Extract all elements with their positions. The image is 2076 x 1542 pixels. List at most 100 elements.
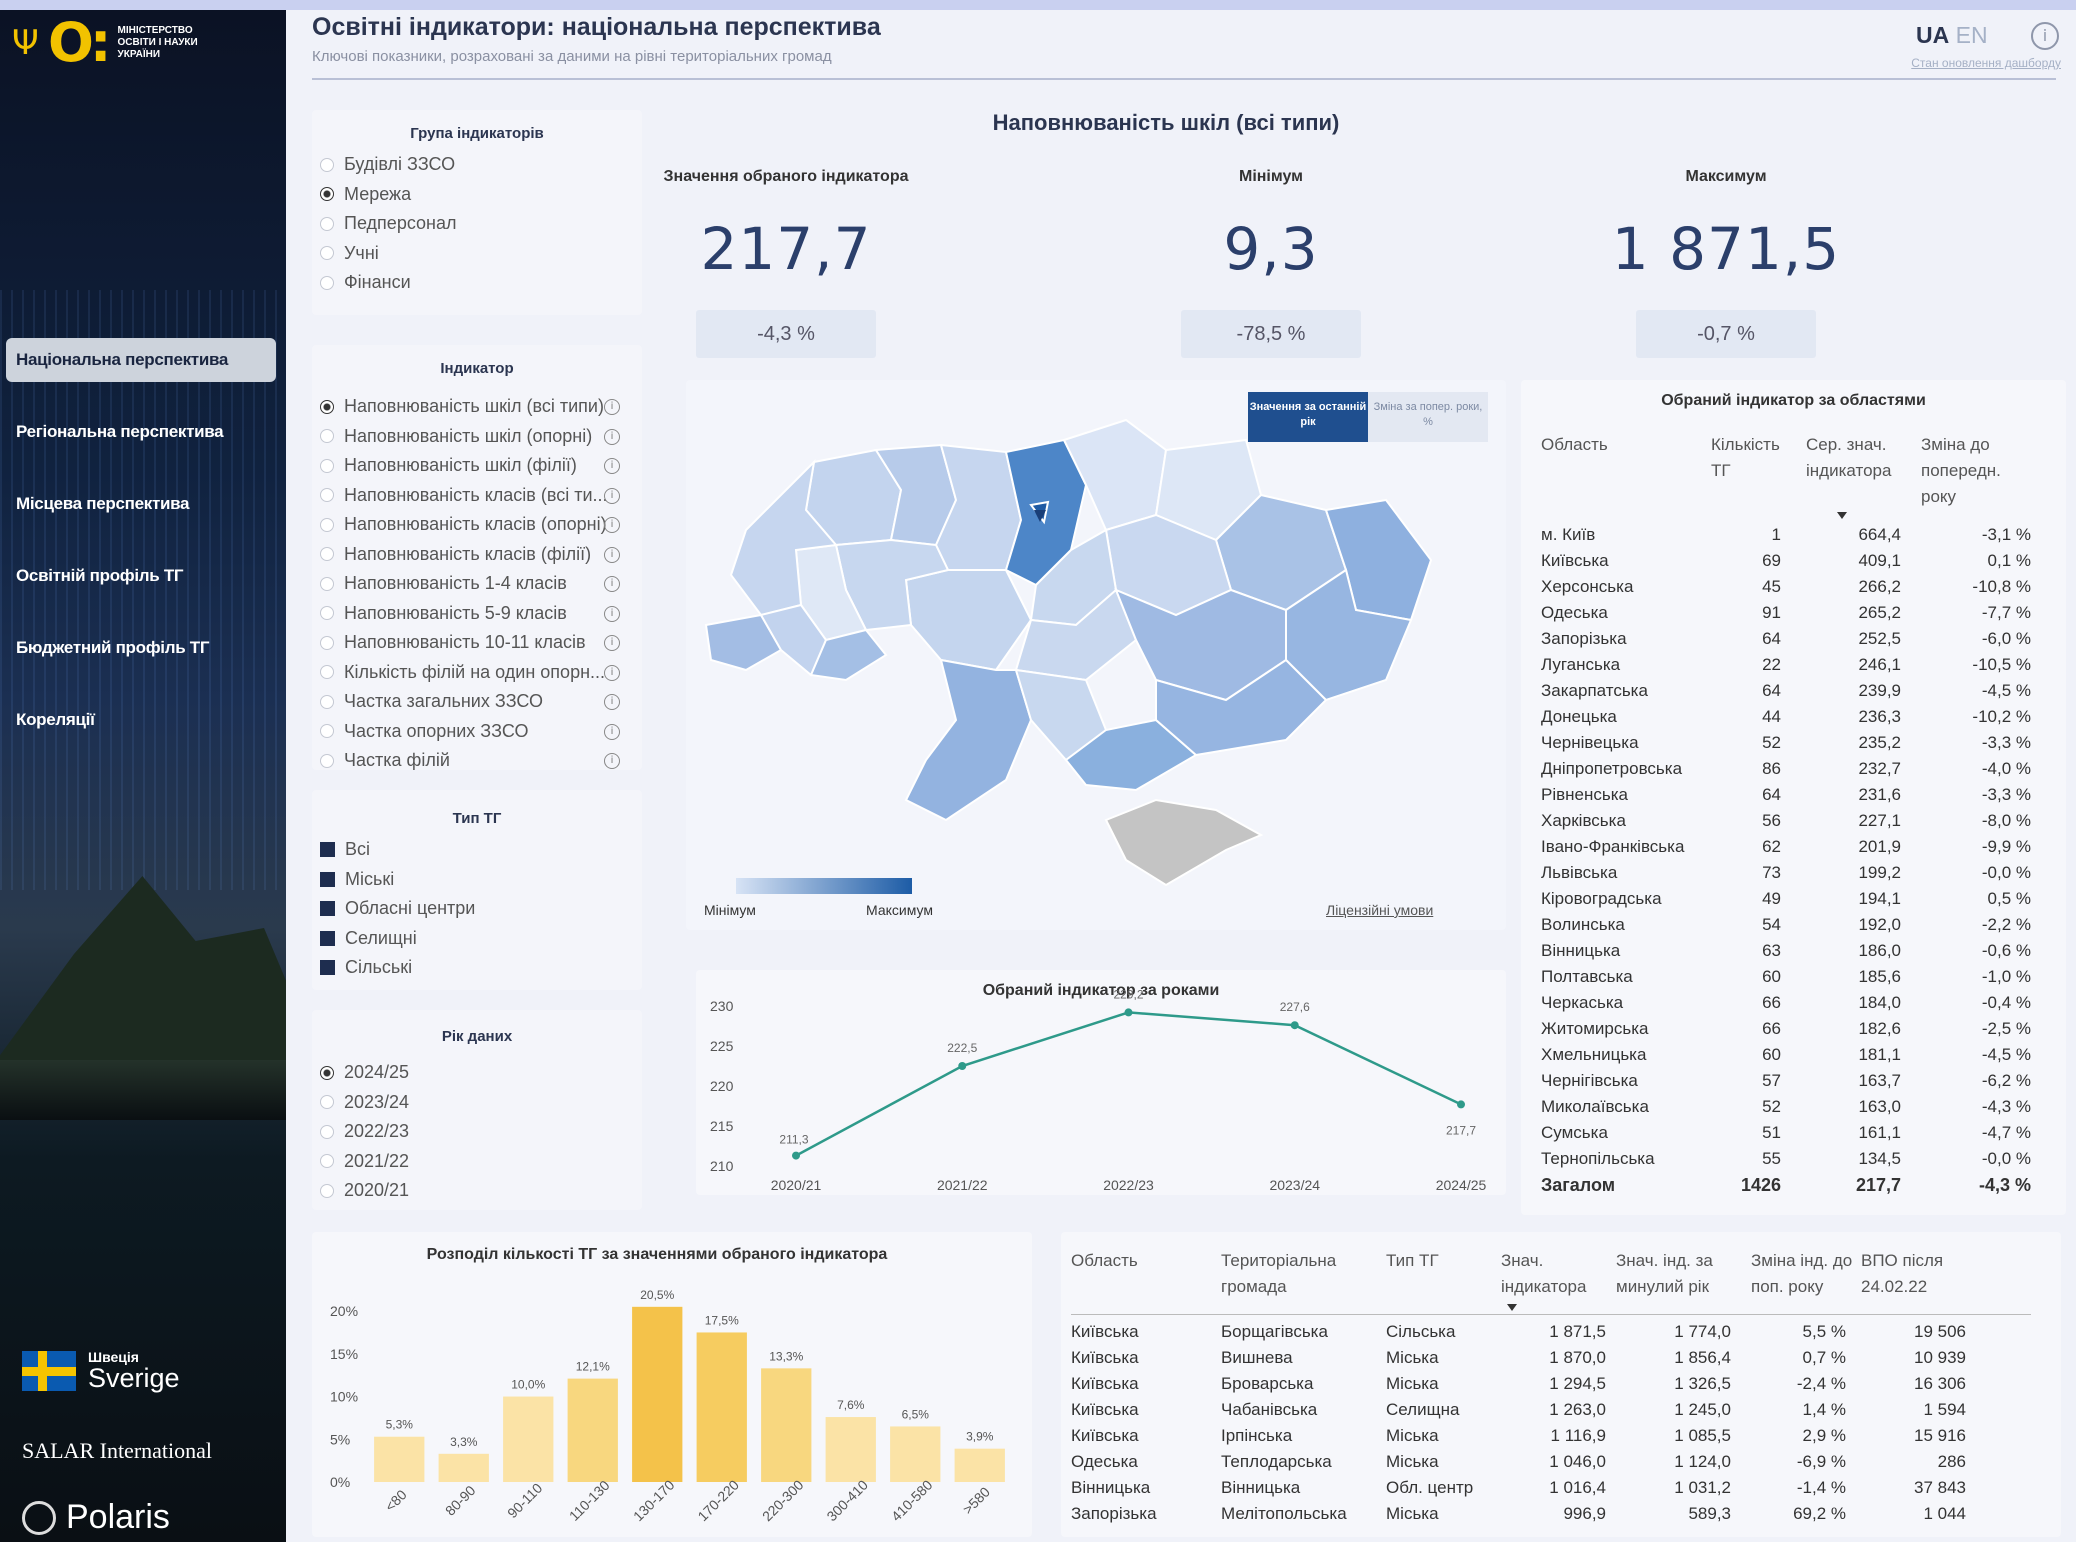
table-row[interactable]: Донецька 44 236,3 -10,2 %: [1521, 707, 2066, 733]
indicators-option[interactable]: Наповнюваність шкіл (філії) i: [320, 451, 620, 480]
indicators-option[interactable]: Наповнюваність 10-11 класів i: [320, 628, 620, 657]
line-point[interactable]: [1457, 1100, 1465, 1109]
radio-button[interactable]: [320, 576, 334, 591]
bar[interactable]: [890, 1426, 941, 1482]
info-icon[interactable]: i: [604, 517, 620, 533]
bar[interactable]: [632, 1306, 683, 1482]
indicators-option[interactable]: Наповнюваність класів (філії) i: [320, 540, 620, 569]
table-row[interactable]: Тернопільська 55 134,5 -0,0 %: [1521, 1149, 2066, 1175]
tg-table-header[interactable]: Територіальна громада: [1221, 1248, 1371, 1300]
info-icon[interactable]: i: [604, 428, 620, 445]
years-option[interactable]: 2024/25: [320, 1058, 620, 1087]
table-row[interactable]: Полтавська 60 185,6 -1,0 %: [1521, 967, 2066, 993]
table-row[interactable]: Закарпатська 64 239,9 -4,5 %: [1521, 681, 2066, 707]
sidebar-item-2[interactable]: Регіональна перспектива: [6, 410, 276, 454]
bar[interactable]: [954, 1448, 1005, 1482]
region-table-header[interactable]: Область: [1541, 432, 1701, 458]
groups-option[interactable]: Фінанси: [320, 268, 620, 297]
indicators-option[interactable]: Наповнюваність шкіл (опорні) i: [320, 422, 620, 451]
indicators-option[interactable]: Наповнюваність 1-4 класів i: [320, 569, 620, 598]
radio-button[interactable]: [320, 753, 334, 768]
license-link[interactable]: Ліцензійні умови: [1326, 902, 1433, 918]
years-option[interactable]: 2021/22: [320, 1147, 620, 1176]
table-row[interactable]: Київська Ірпінська Міська 1 116,9 1 085,5 2,9…: [1061, 1426, 2061, 1452]
bar[interactable]: [696, 1332, 747, 1482]
tg-table-header[interactable]: Знач. індикатора: [1501, 1248, 1616, 1300]
region-table-header[interactable]: Зміна до попередн. року: [1921, 432, 2031, 510]
years-option[interactable]: 2023/24: [320, 1088, 620, 1117]
table-row[interactable]: Київська Броварська Міська 1 294,5 1 326,5 -2…: [1061, 1374, 2061, 1400]
sidebar-item-5[interactable]: Бюджетний профіль ТГ: [6, 626, 276, 670]
radio-button[interactable]: [320, 1095, 334, 1109]
years-option[interactable]: 2020/21: [320, 1176, 620, 1205]
groups-option[interactable]: Мережа: [320, 180, 620, 209]
table-row[interactable]: Вінницька 63 186,0 -0,6 %: [1521, 941, 2066, 967]
bar[interactable]: [374, 1436, 425, 1482]
table-row[interactable]: Миколаївська 52 163,0 -4,3 %: [1521, 1097, 2066, 1123]
tg-table-header[interactable]: Зміна інд. до поп. року: [1751, 1248, 1866, 1300]
indicators-option[interactable]: Частка філій i: [320, 746, 620, 775]
info-icon[interactable]: i: [604, 546, 620, 563]
indicators-option[interactable]: Наповнюваність класів (опорні) i: [320, 510, 620, 539]
table-row[interactable]: Волинська 54 192,0 -2,2 %: [1521, 915, 2066, 941]
sort-arrow-icon[interactable]: [1837, 512, 1847, 519]
indicators-option[interactable]: Кількість філій на один опорн... i: [320, 658, 620, 687]
sort-arrow-icon[interactable]: [1507, 1304, 1517, 1311]
indicators-option[interactable]: Наповнюваність шкіл (всі типи) i: [320, 392, 620, 421]
table-row[interactable]: Житомирська 66 182,6 -2,5 %: [1521, 1019, 2066, 1045]
table-row[interactable]: Львівська 73 199,2 -0,0 %: [1521, 863, 2066, 889]
info-icon[interactable]: i: [604, 487, 620, 504]
bar[interactable]: [761, 1368, 812, 1482]
table-row[interactable]: Київська Вишнева Міська 1 870,0 1 856,4 0,7 %…: [1061, 1348, 2061, 1374]
table-row[interactable]: Харківська 56 227,1 -8,0 %: [1521, 811, 2066, 837]
table-row[interactable]: Київська Борщагівська Сільська 1 871,5 1 774…: [1061, 1322, 2061, 1348]
groups-option[interactable]: Педперсонал: [320, 209, 620, 238]
radio-button[interactable]: [320, 724, 334, 738]
table-row[interactable]: Хмельницька 60 181,1 -4,5 %: [1521, 1045, 2066, 1071]
sidebar-item-4[interactable]: Освітній профіль ТГ: [6, 554, 276, 598]
radio-button[interactable]: [320, 1154, 334, 1168]
table-row[interactable]: Луганська 22 246,1 -10,5 %: [1521, 655, 2066, 681]
table-row[interactable]: Запорізька Мелітопольська Міська 996,9 589,3…: [1061, 1504, 2061, 1530]
tg-table-header[interactable]: Тип ТГ: [1386, 1248, 1501, 1274]
table-row[interactable]: Київська 69 409,1 0,1 %: [1521, 551, 2066, 577]
table-row[interactable]: Рівненська 64 231,6 -3,3 %: [1521, 785, 2066, 811]
lang-ua-button[interactable]: UA: [1916, 22, 1949, 48]
radio-button[interactable]: [320, 665, 334, 679]
info-icon[interactable]: i: [604, 635, 620, 651]
info-icon[interactable]: i: [604, 399, 620, 415]
tg-table-header[interactable]: Знач. інд. за минулий рік: [1616, 1248, 1731, 1300]
radio-button[interactable]: [320, 187, 334, 201]
groups-option[interactable]: Будівлі ЗЗСО: [320, 150, 620, 179]
map-region-vinnytska[interactable]: [904, 569, 1033, 672]
tg-type-option[interactable]: Всі: [320, 835, 370, 864]
sidebar-item-1[interactable]: Національна перспектива: [6, 338, 276, 382]
radio-button[interactable]: [320, 635, 334, 650]
region-table-header[interactable]: Сер. знач. індикатора: [1806, 432, 1906, 484]
radio-button[interactable]: [320, 216, 334, 231]
radio-button[interactable]: [320, 517, 334, 532]
info-icon[interactable]: i: [604, 576, 620, 592]
table-row[interactable]: Херсонська 45 266,2 -10,8 %: [1521, 577, 2066, 603]
groups-option[interactable]: Учні: [320, 239, 620, 268]
sidebar-item-3[interactable]: Місцева перспектива: [6, 482, 276, 526]
radio-button[interactable]: [320, 1065, 334, 1080]
info-icon[interactable]: i: [604, 723, 620, 740]
radio-button[interactable]: [320, 488, 334, 502]
radio-button[interactable]: [320, 429, 334, 443]
table-row[interactable]: Дніпропетровська 86 232,7 -4,0 %: [1521, 759, 2066, 785]
table-row[interactable]: Одеська 91 265,2 -7,7 %: [1521, 603, 2066, 629]
tg-type-option[interactable]: Сільські: [320, 953, 412, 982]
indicators-option[interactable]: Наповнюваність класів (всі ти... i: [320, 481, 620, 510]
checkbox-icon[interactable]: [320, 930, 335, 946]
indicators-option[interactable]: Наповнюваність 5-9 класів i: [320, 599, 620, 628]
bar[interactable]: [567, 1378, 618, 1482]
indicators-option[interactable]: Частка опорних ЗЗСО i: [320, 717, 620, 746]
years-option[interactable]: 2022/23: [320, 1117, 620, 1146]
line-point[interactable]: [958, 1062, 967, 1070]
line-point[interactable]: [792, 1151, 800, 1160]
checkbox-icon[interactable]: [320, 842, 335, 857]
table-row[interactable]: Одеська Теплодарська Міська 1 046,0 1 124,0 -…: [1061, 1452, 2061, 1478]
tg-table-header[interactable]: Область: [1071, 1248, 1186, 1274]
info-icon[interactable]: i: [604, 753, 620, 769]
